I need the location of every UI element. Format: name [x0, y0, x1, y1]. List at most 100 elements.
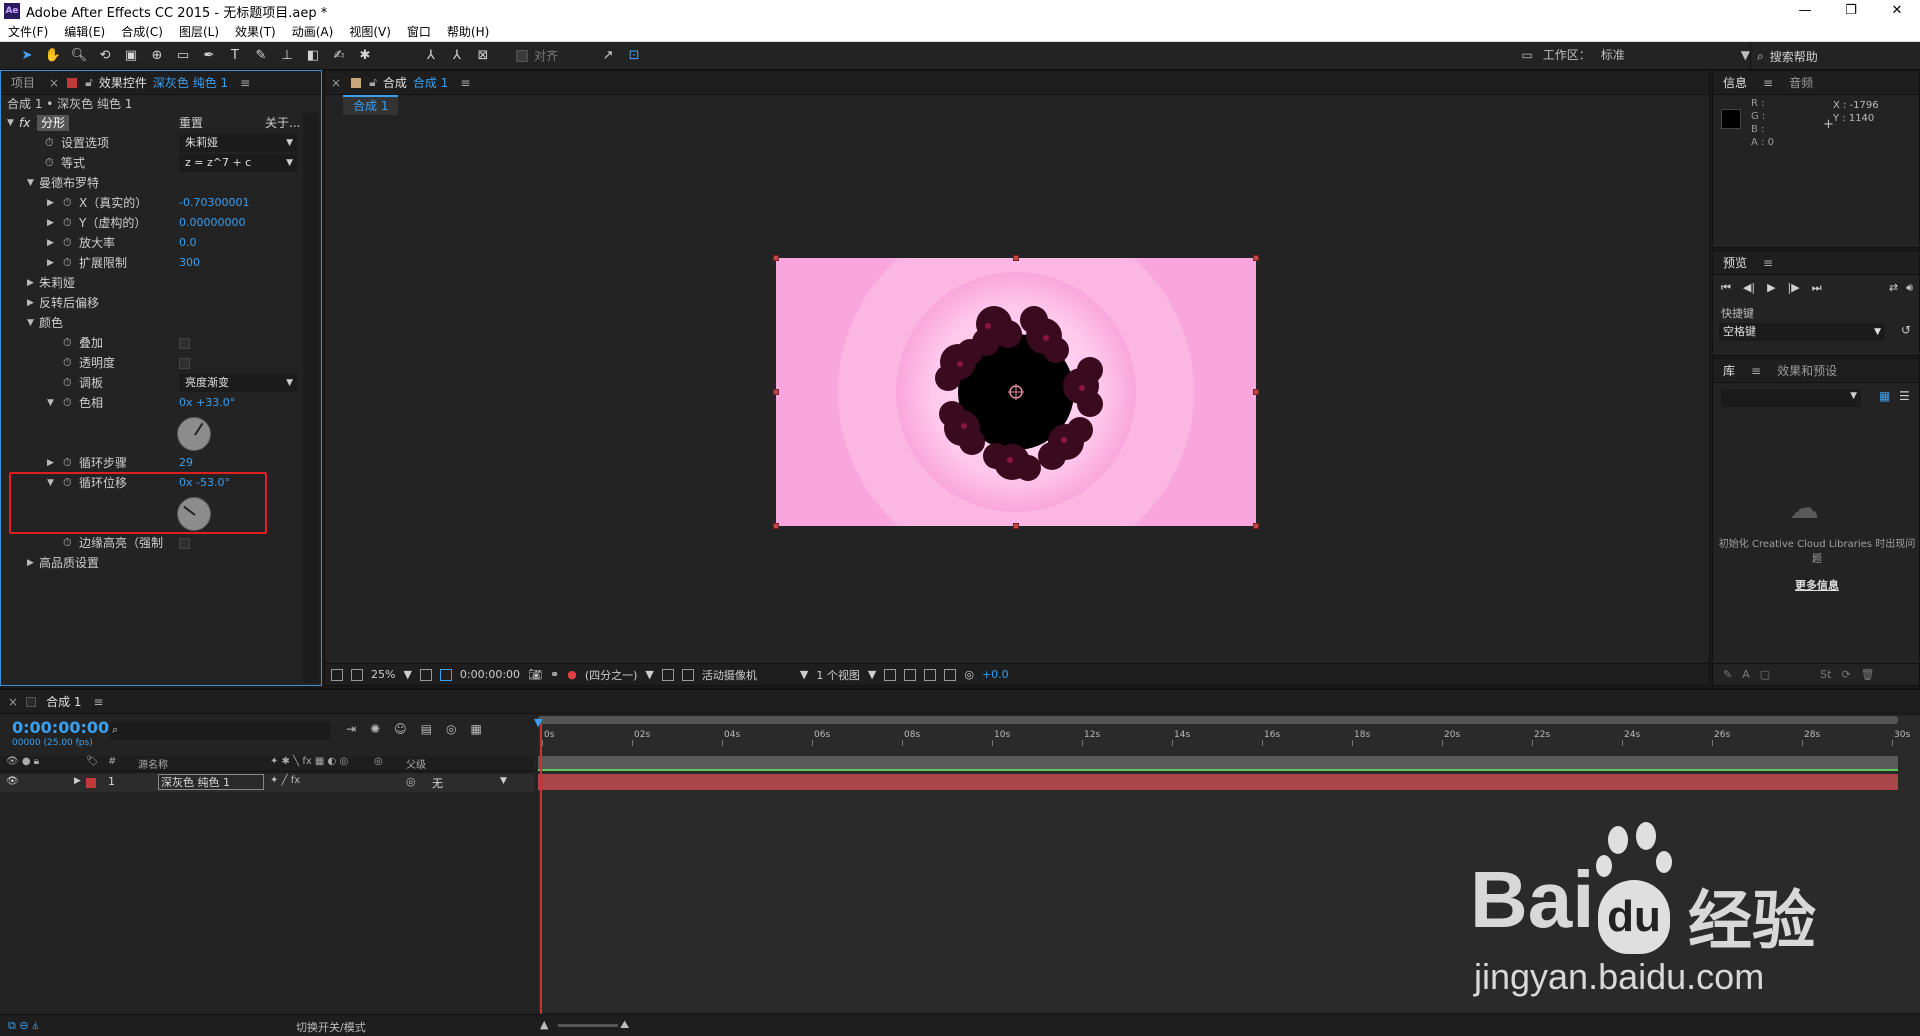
panel-menu-icon[interactable]: ≡ [1757, 256, 1779, 270]
stopwatch-icon[interactable]: ⏱ [45, 153, 54, 173]
y-imag-value[interactable]: 0.00000000 [179, 213, 245, 233]
composition-canvas[interactable] [776, 258, 1256, 526]
draft-3d-icon[interactable]: ✺ [370, 722, 380, 736]
stopwatch-icon[interactable]: ⏱ [63, 253, 72, 273]
tab-libraries[interactable]: 库 [1713, 359, 1745, 383]
palette-dropdown[interactable]: 亮度渐变 [179, 374, 297, 392]
layer-switches-icon[interactable]: ⧉ ⊖ ⏃ [8, 1019, 39, 1033]
tab-project[interactable]: 项目 [1, 71, 45, 95]
timeline-icon[interactable] [924, 668, 937, 681]
stopwatch-icon[interactable]: ⏱ [45, 133, 54, 153]
always-preview-icon[interactable] [331, 668, 343, 681]
chevron-down-icon[interactable]: ▼ [868, 668, 876, 681]
roto-brush-tool-icon[interactable]: ✍ [329, 46, 349, 66]
monitor-icon[interactable] [351, 668, 363, 681]
twirl-right-icon[interactable]: ▶ [47, 193, 54, 213]
fast-preview-icon[interactable] [661, 668, 674, 681]
tab-composition[interactable]: 合成 [381, 71, 409, 95]
overlay-checkbox[interactable] [179, 338, 190, 349]
stopwatch-icon[interactable]: ⏱ [63, 193, 72, 213]
zoom-out-icon[interactable]: ▲ [540, 1018, 548, 1031]
selection-tool-icon[interactable]: ➤ [17, 46, 37, 66]
square-icon[interactable]: ▢ [1760, 668, 1770, 681]
lock-icon[interactable]: 🔓︎ [365, 75, 381, 90]
reset-icon[interactable]: ↺ [1901, 323, 1911, 337]
tab-preview[interactable]: 预览 [1713, 251, 1757, 275]
snapshot-icon[interactable]: 📷︎ [528, 668, 542, 681]
close-icon[interactable]: × [45, 71, 63, 95]
last-frame-icon[interactable]: ⏭ [1812, 281, 1822, 295]
playhead-handle-icon[interactable]: ▼ [534, 716, 546, 729]
chevron-down-icon[interactable]: ▼ [403, 668, 411, 681]
twirl-right-icon[interactable]: ▶ [27, 553, 34, 573]
list-view-icon[interactable]: ☰ [1899, 389, 1910, 403]
sync-icon[interactable]: ⟳ [1841, 668, 1850, 681]
tab-audio[interactable]: 音频 [1779, 71, 1823, 95]
high-quality-group[interactable]: ▶ 高品质设置 [1, 553, 301, 573]
zoom-dropdown[interactable]: 25% [371, 668, 395, 681]
chevron-down-icon[interactable]: ▼ [645, 668, 653, 681]
puppet-pin-tool-icon[interactable]: ✱ [355, 46, 375, 66]
cycle-steps-value[interactable]: 29 [179, 453, 193, 473]
brush-tool-icon[interactable]: ✎ [251, 46, 271, 66]
menu-layer[interactable]: 图层(L) [171, 23, 227, 40]
panel-menu-icon[interactable]: ≡ [1757, 76, 1779, 90]
parent-value[interactable]: 无 [432, 775, 443, 791]
stopwatch-icon[interactable]: ⏱ [63, 333, 72, 353]
menu-animation[interactable]: 动画(A) [284, 23, 342, 40]
tab-timeline-comp[interactable]: 合成 1 [42, 690, 85, 714]
time-ruler[interactable]: 0s 02s 04s 06s 08s 10s 12s 14s 16s 18s 20s 22s 24s 26… [538, 716, 1910, 750]
stopwatch-icon[interactable]: ⏱ [63, 393, 72, 413]
parent-pickwhip-icon[interactable]: ◎ [406, 775, 416, 788]
eye-icon[interactable]: 👁︎ [6, 776, 19, 787]
menu-edit[interactable]: 编辑(E) [56, 23, 113, 40]
text-style-icon[interactable]: A [1742, 668, 1750, 681]
tab-effects-presets[interactable]: 效果和预设 [1767, 359, 1847, 383]
equation-dropdown[interactable]: z = z^7 + c [179, 154, 297, 172]
audio-icon[interactable]: 🔊︎ [1906, 281, 1913, 295]
previous-frame-icon[interactable]: ◀| [1743, 281, 1755, 295]
reset-button[interactable]: 重置 [179, 113, 203, 133]
menu-help[interactable]: 帮助(H) [439, 23, 497, 40]
transform-handle[interactable] [773, 255, 779, 261]
comp-flowchart-icon[interactable]: ⇥ [346, 722, 356, 736]
stopwatch-icon[interactable]: ⏱ [63, 533, 72, 553]
transparency-grid-icon[interactable] [681, 668, 694, 681]
menu-effect[interactable]: 效果(T) [227, 23, 284, 40]
minimize-button[interactable]: — [1782, 0, 1828, 22]
shortcut-dropdown[interactable]: 空格键 ▼ [1719, 323, 1885, 341]
next-frame-icon[interactable]: |▶ [1788, 281, 1800, 295]
twirl-right-icon[interactable]: ▶ [47, 453, 54, 473]
exposure-value[interactable]: +0.0 [982, 668, 1009, 681]
snap-option-icon[interactable]: ↗ [598, 46, 618, 66]
column-source-name[interactable]: 源名称 [138, 756, 168, 771]
chevron-down-icon[interactable]: ▼ [1741, 48, 1750, 62]
tab-info[interactable]: 信息 [1713, 71, 1757, 95]
transparency-checkbox[interactable] [179, 358, 190, 369]
twirl-down-icon[interactable]: ▼ [47, 393, 54, 413]
maximize-button[interactable]: ❐ [1828, 0, 1874, 22]
composition-viewer[interactable] [325, 117, 1709, 665]
eraser-tool-icon[interactable]: ◧ [303, 46, 323, 66]
more-info-link[interactable]: 更多信息 [1717, 577, 1917, 593]
column-parent[interactable]: 父级 [406, 756, 426, 771]
chevron-down-icon[interactable]: ▼ [800, 668, 808, 681]
twirl-right-icon[interactable]: ▶ [47, 253, 54, 273]
zoom-in-icon[interactable]: ⛰ [620, 1018, 629, 1032]
resolution-dropdown[interactable]: (四分之一) [585, 667, 638, 683]
rectangle-tool-icon[interactable]: ▭ [173, 46, 193, 66]
twirl-down-icon[interactable]: ▼ [27, 173, 34, 193]
loop-icon[interactable]: ⇄ [1889, 281, 1898, 295]
timeline-timecode[interactable]: 0:00:00:00 [12, 718, 109, 737]
table-row[interactable]: 👁︎ ▶ 1 深灰色 纯色 1 ✦ ╱ fx ◎ 无 ▼ [0, 774, 534, 792]
grid-icon[interactable] [419, 668, 432, 681]
type-tool-icon[interactable]: T [225, 46, 245, 66]
camera-dropdown[interactable]: 活动摄像机 [702, 667, 792, 683]
twirl-down-icon[interactable]: ▼ [7, 113, 14, 133]
grid-view-icon[interactable]: ▦ [1879, 389, 1890, 403]
twirl-right-icon[interactable]: ▶ [47, 213, 54, 233]
color-group[interactable]: ▼ 颜色 [1, 313, 301, 333]
reset-exposure-icon[interactable]: ◎ [964, 668, 974, 681]
stopwatch-icon[interactable]: ⏱ [63, 233, 72, 253]
close-button[interactable]: ✕ [1874, 0, 1920, 22]
